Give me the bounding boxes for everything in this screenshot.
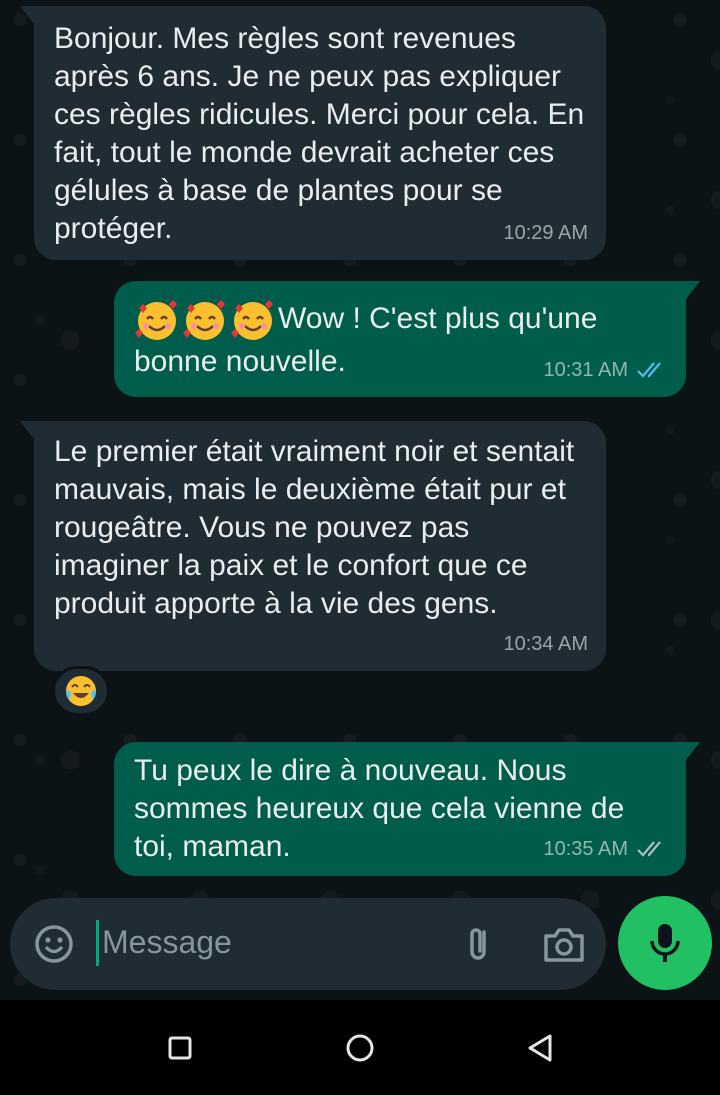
attach-icon[interactable] (456, 922, 500, 966)
smiling-face-with-hearts-icon (183, 300, 225, 340)
emoji-group (134, 297, 276, 343)
smiling-face-with-hearts-icon (135, 300, 177, 340)
message-bubble-outgoing[interactable]: Wow ! C'est plus qu'une bonne nouvelle. … (114, 281, 700, 397)
message-meta: 10:31 AM (543, 351, 668, 389)
text-cursor (96, 920, 99, 966)
double-check-delivered-icon (637, 841, 661, 857)
message-meta: 10:35 AM (543, 830, 668, 868)
mic-icon (650, 924, 680, 962)
mic-button[interactable] (618, 896, 712, 990)
camera-icon[interactable] (540, 922, 588, 966)
smiling-face-with-hearts-icon (231, 300, 273, 340)
message-input[interactable]: Message (102, 924, 232, 961)
message-bubble-outgoing[interactable]: Tu peux le dire à nouveau. Nous sommes h… (114, 742, 700, 876)
message-time: 10:34 AM (503, 633, 588, 655)
home-icon[interactable] (342, 1030, 378, 1066)
message-bubble-incoming[interactable]: Le premier était vraiment noir et sentai… (20, 421, 606, 671)
back-icon[interactable] (522, 1030, 558, 1066)
face-with-tears-of-joy-icon (66, 676, 96, 706)
message-time: 10:35 AM (543, 838, 628, 860)
emoji-icon[interactable] (32, 922, 76, 966)
message-meta: 10:34 AM (503, 625, 588, 663)
message-meta: 10:29 AM (503, 214, 588, 252)
message-bubble-incoming[interactable]: Bonjour. Mes règles sont revenues après … (20, 6, 606, 260)
recents-icon[interactable] (162, 1030, 198, 1066)
double-check-read-icon (637, 362, 661, 378)
message-text: Le premier était vraiment noir et sentai… (54, 435, 575, 620)
message-time: 10:29 AM (503, 222, 588, 244)
message-time: 10:31 AM (543, 359, 628, 381)
message-reaction[interactable] (52, 666, 110, 716)
system-navigation-bar (0, 1000, 720, 1095)
chat-area[interactable]: Bonjour. Mes règles sont revenues après … (0, 0, 720, 1000)
message-composer[interactable]: Message (10, 898, 606, 990)
